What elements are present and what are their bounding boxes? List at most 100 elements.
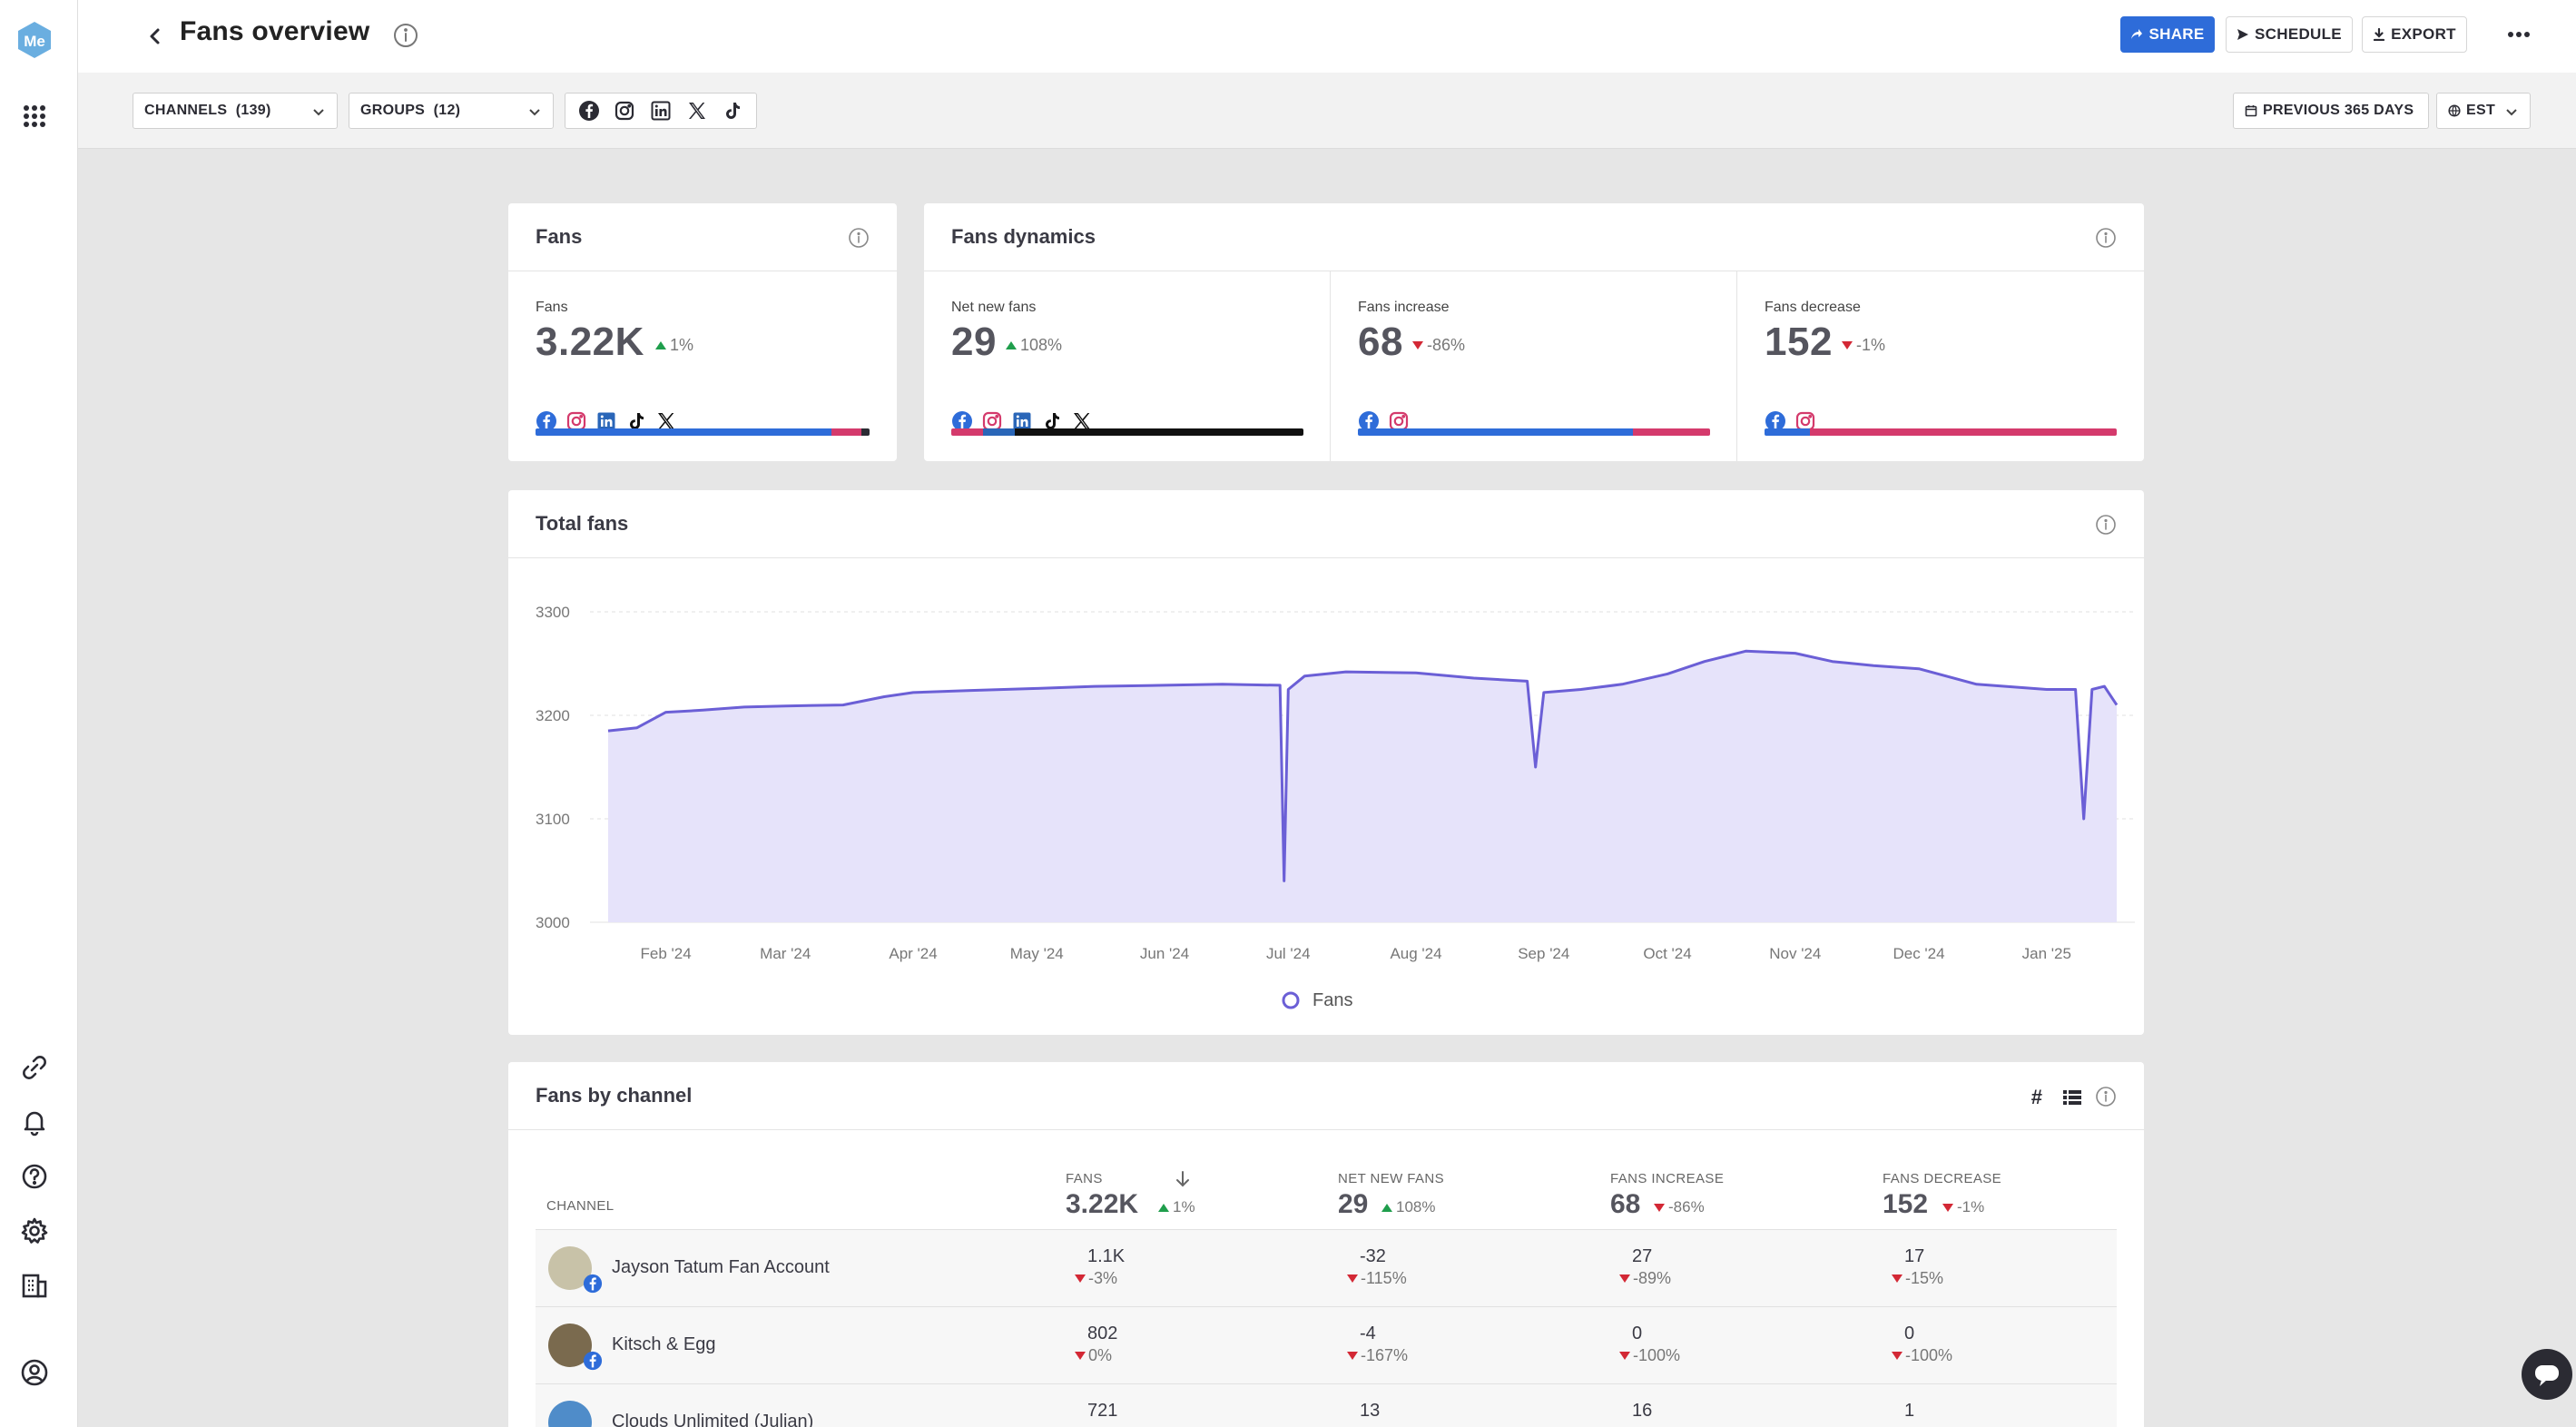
avatar xyxy=(548,1401,592,1427)
metric-delta: -86% xyxy=(1412,336,1465,355)
x-icon[interactable] xyxy=(686,100,708,122)
delta-value: 108% xyxy=(1396,1198,1436,1215)
channels-dropdown[interactable]: CHANNELS (139) xyxy=(133,93,338,129)
network-share-bar xyxy=(1358,428,1710,436)
metric-delta-value: 108% xyxy=(1020,336,1063,354)
cell-delta: -15% xyxy=(1892,1269,1943,1288)
share-segment-facebook xyxy=(536,428,831,436)
trend-down-icon xyxy=(1619,1274,1630,1283)
more-options-icon[interactable] xyxy=(2505,23,2532,46)
x-tick-label: Aug '24 xyxy=(1390,945,1441,962)
total-fans-card: Total fans 3000 3100 3200 3300 Feb '24 Mar '2… xyxy=(508,490,2144,1035)
table-row[interactable]: Clouds Unlimited (Julian) 721 13 16 1 xyxy=(536,1383,2117,1427)
column-header[interactable]: FANS INCREASE xyxy=(1610,1171,1724,1186)
y-tick-label: 3000 xyxy=(536,914,570,931)
column-total: 152 xyxy=(1883,1189,1929,1219)
table-cell: 27 -89% xyxy=(1619,1246,1671,1288)
trend-down-icon xyxy=(1619,1352,1630,1360)
timezone-label: EST xyxy=(2466,103,2496,118)
facebook-icon[interactable] xyxy=(578,100,600,122)
metric-delta-value: 1% xyxy=(670,336,694,354)
number-view-icon[interactable]: # xyxy=(2031,1086,2042,1109)
table-cell: 721 xyxy=(1075,1401,1117,1422)
download-icon xyxy=(2374,28,2385,41)
divider xyxy=(508,1129,2144,1130)
cell-value: 1 xyxy=(1904,1401,1915,1421)
link-icon[interactable] xyxy=(20,1053,49,1082)
info-icon[interactable] xyxy=(2095,514,2117,536)
left-nav-rail: Me xyxy=(0,0,78,1427)
timezone-dropdown[interactable]: EST xyxy=(2436,93,2531,129)
legend-label-fans: Fans xyxy=(1313,990,1352,1010)
app-logo-icon[interactable]: Me xyxy=(16,20,53,60)
sort-descending-icon[interactable] xyxy=(1175,1169,1191,1189)
trend-down-icon xyxy=(1892,1274,1903,1283)
info-icon[interactable] xyxy=(2095,227,2117,249)
organization-building-icon[interactable] xyxy=(20,1271,49,1300)
network-share-bar xyxy=(536,428,870,436)
schedule-label: SCHEDULE xyxy=(2255,25,2342,43)
channel-name[interactable]: Clouds Unlimited (Julian) xyxy=(612,1412,813,1427)
linkedin-icon[interactable] xyxy=(650,100,672,122)
metric-delta-value: -86% xyxy=(1427,336,1466,354)
cell-delta: 0% xyxy=(1075,1346,1117,1365)
delta-value: 0% xyxy=(1088,1346,1113,1364)
channel-name[interactable]: Kitsch & Egg xyxy=(612,1334,716,1355)
table-cell: 0 -100% xyxy=(1892,1324,1952,1365)
schedule-button[interactable]: SCHEDULE xyxy=(2226,16,2353,53)
fans-card: Fans Fans 3.22K 1% xyxy=(508,203,897,461)
share-segment-facebook xyxy=(1358,428,1633,436)
channel-name[interactable]: Jayson Tatum Fan Account xyxy=(612,1257,830,1278)
column-header[interactable]: FANS xyxy=(1066,1171,1103,1186)
bell-icon[interactable] xyxy=(20,1107,49,1137)
user-profile-icon[interactable] xyxy=(20,1358,49,1387)
globe-icon xyxy=(2448,104,2461,117)
trend-up-icon xyxy=(1006,341,1017,349)
share-button[interactable]: SHARE xyxy=(2120,16,2215,53)
metric-delta: -1% xyxy=(1842,336,1885,355)
info-icon[interactable] xyxy=(392,22,419,49)
column-total: 68 xyxy=(1610,1189,1641,1219)
export-button[interactable]: EXPORT xyxy=(2362,16,2467,53)
fans-metric: Fans 3.22K 1% xyxy=(508,271,897,461)
help-icon[interactable] xyxy=(20,1162,49,1191)
fans-by-channel-card: Fans by channel # CHANNEL FANS 3.22K 1% NET … xyxy=(508,1062,2144,1427)
chat-button[interactable] xyxy=(2522,1349,2572,1400)
chevron-down-icon xyxy=(313,109,324,116)
trend-up-icon xyxy=(1158,1203,1169,1212)
fans-dynamics-card: Fans dynamics Net new fans 29 108% Fans inc… xyxy=(924,203,2144,461)
trend-down-icon xyxy=(1075,1352,1086,1360)
settings-gear-icon[interactable] xyxy=(20,1216,49,1245)
instagram-icon[interactable] xyxy=(614,100,635,122)
y-tick-label: 3300 xyxy=(536,604,570,621)
x-tick-label: Oct '24 xyxy=(1643,945,1691,962)
groups-dropdown-label: GROUPS (12) xyxy=(360,103,461,118)
card-title: Total fans xyxy=(536,512,629,535)
info-icon[interactable] xyxy=(2095,1086,2117,1107)
cell-value: 721 xyxy=(1087,1401,1118,1421)
trend-up-icon xyxy=(655,341,666,349)
list-view-icon[interactable] xyxy=(2062,1087,2082,1107)
date-range-label: PREVIOUS 365 DAYS xyxy=(2263,103,2414,118)
groups-dropdown[interactable]: GROUPS (12) xyxy=(349,93,554,129)
cell-value: 27 xyxy=(1632,1246,1653,1266)
cell-value: 0 xyxy=(1632,1324,1643,1343)
delta-value: -86% xyxy=(1668,1198,1705,1215)
table-row[interactable]: Jayson Tatum Fan Account 1.1K -3% -32 -115% 2… xyxy=(536,1229,2117,1306)
tiktok-icon[interactable] xyxy=(722,100,743,122)
share-segment-instagram xyxy=(951,428,983,436)
cell-value: 802 xyxy=(1087,1324,1118,1343)
share-segment-facebook xyxy=(1765,428,1811,436)
metric-label: Fans increase xyxy=(1358,300,1450,315)
series-area-fans xyxy=(608,651,2117,922)
dynamics-metric: Fans decrease 152 -1% xyxy=(1737,271,2144,461)
back-chevron-icon[interactable] xyxy=(142,20,169,53)
column-header[interactable]: FANS DECREASE xyxy=(1883,1171,2001,1186)
column-header[interactable]: CHANNEL xyxy=(546,1198,614,1214)
y-tick-label: 3100 xyxy=(536,811,570,828)
table-row[interactable]: Kitsch & Egg 802 0% -4 -167% 0 -100% 0 -100% xyxy=(536,1306,2117,1383)
column-header[interactable]: NET NEW FANS xyxy=(1338,1171,1444,1186)
info-icon[interactable] xyxy=(848,227,870,249)
date-range-dropdown[interactable]: PREVIOUS 365 DAYS xyxy=(2233,93,2429,129)
apps-grid-icon[interactable] xyxy=(20,102,49,131)
